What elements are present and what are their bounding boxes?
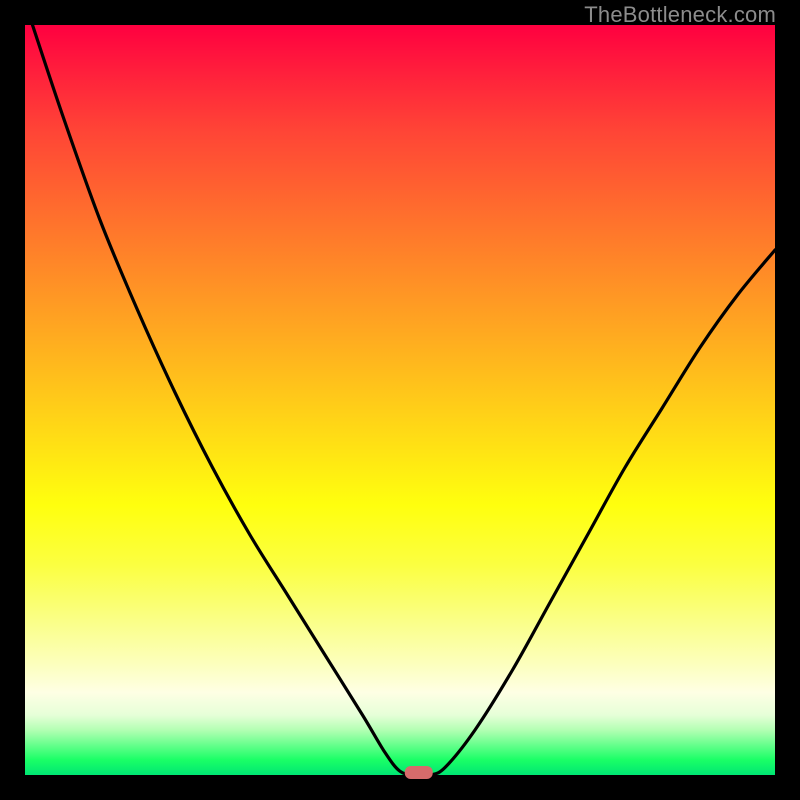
min-marker [405,766,433,779]
watermark-text: TheBottleneck.com [584,2,776,28]
plot-area [25,25,775,775]
curve-layer [25,25,775,775]
chart-frame: TheBottleneck.com [0,0,800,800]
bottleneck-curve [33,25,776,776]
